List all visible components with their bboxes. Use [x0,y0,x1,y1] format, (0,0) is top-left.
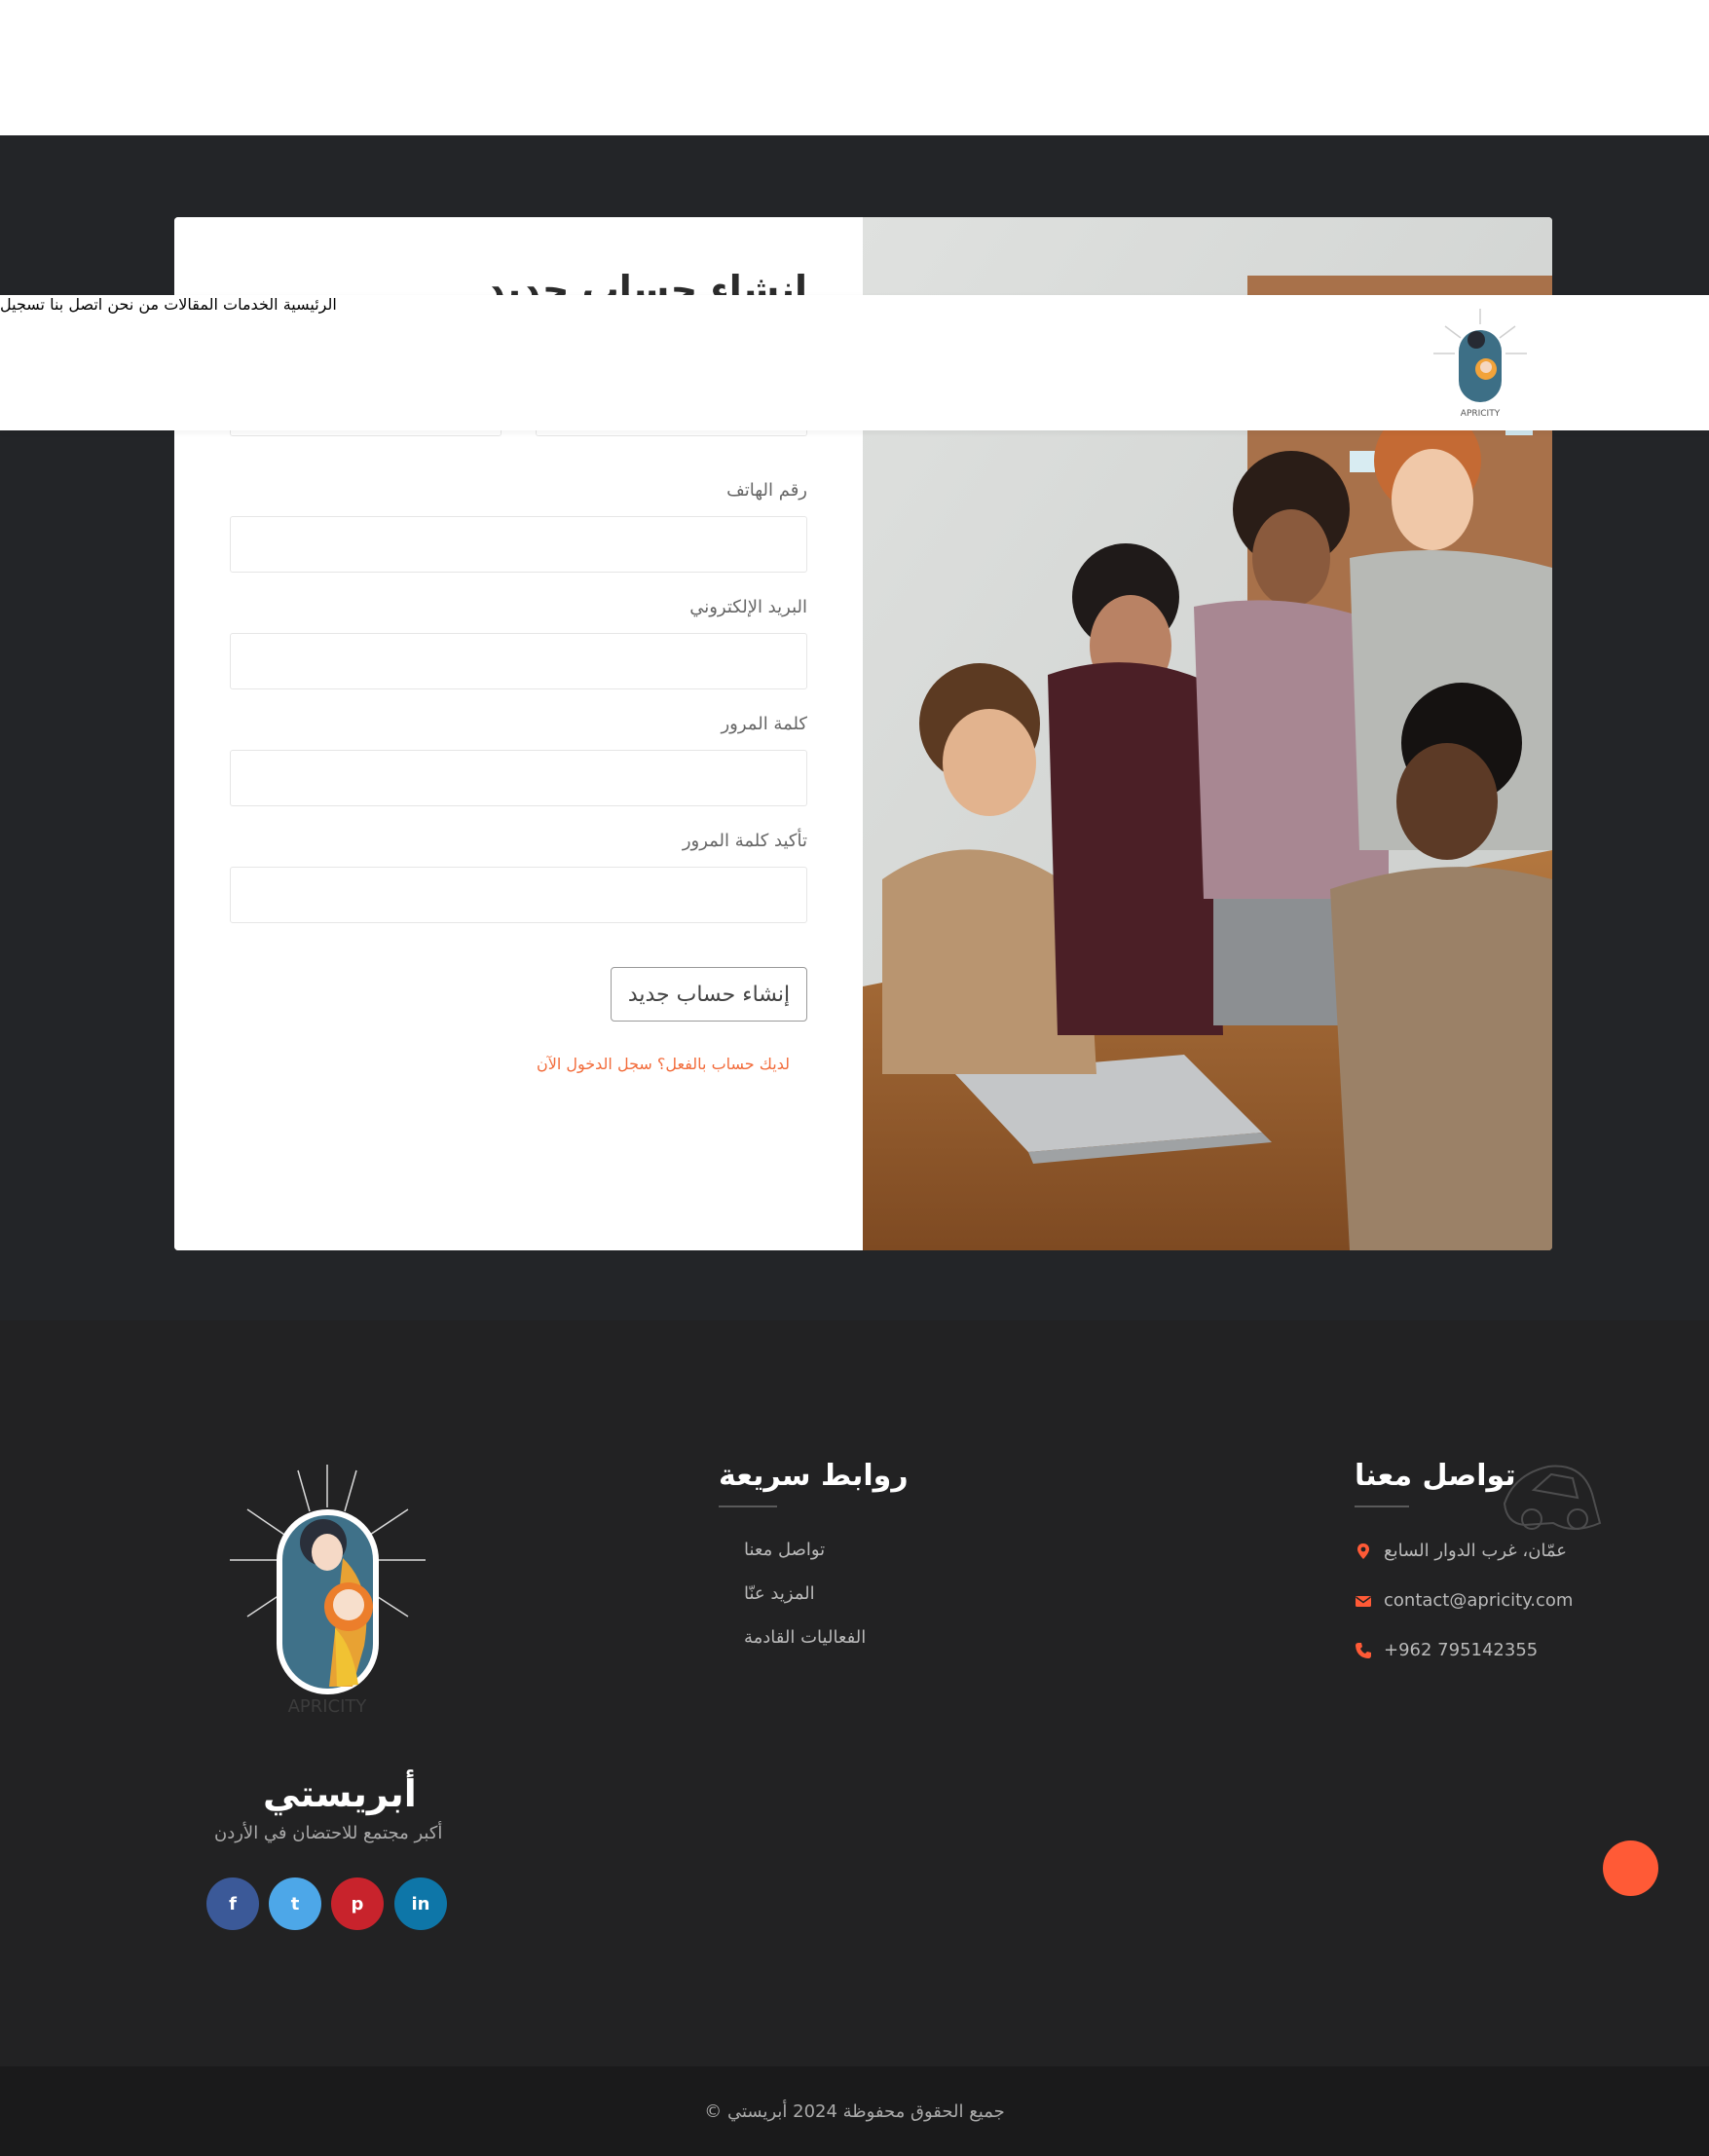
brand-name: أبريستي [263,1772,417,1815]
phone-label: رقم الهاتف [726,480,807,501]
quick-links-underline [719,1505,777,1507]
twitter-icon[interactable]: t [269,1877,321,1930]
contact-address-row: عمّان، غرب الدوار السابع [1355,1541,1567,1561]
scroll-to-top-button[interactable] [1603,1840,1658,1896]
quick-link-events[interactable]: الفعاليات القادمة [744,1627,866,1648]
contact-title: تواصل معنا [1355,1459,1516,1493]
create-account-button[interactable]: إنشاء حساب جديد [611,967,807,1022]
contact-address: عمّان، غرب الدوار السابع [1384,1541,1568,1561]
phone-input[interactable] [230,516,807,573]
password-input[interactable] [230,750,807,806]
svg-text:APRICITY: APRICITY [1461,409,1501,419]
quick-link-about[interactable]: المزيد عنّا [744,1583,815,1604]
password-label: كلمة المرور [721,714,807,734]
car-illustration-icon [1503,1465,1602,1530]
map-marker-icon [1357,1543,1369,1559]
quick-links-title: روابط سريعة [719,1459,909,1493]
pinterest-icon[interactable]: p [331,1877,384,1930]
svg-text:APRICITY: APRICITY [288,1696,368,1717]
contact-email-row: contact@apricity.com [1355,1590,1573,1611]
envelope-icon [1356,1595,1371,1607]
email-input[interactable] [230,633,807,689]
site-header: الرئيسية الخدمات المقالات من نحن اتصل بن… [0,295,1709,430]
nav-about[interactable]: من نحن [107,295,159,314]
copyright-text: جميع الحقوق محفوظة 2024 أبريستي © [704,2100,1005,2122]
confirm-password-label: تأكيد كلمة المرور [682,831,807,851]
phone-icon [1356,1642,1371,1658]
brand-tagline: أكبر مجتمع للاحتضان في الأردن [214,1823,443,1843]
copyright-bar: جميع الحقوق محفوظة 2024 أبريستي © [0,2066,1709,2156]
header-logo[interactable]: APRICITY [1430,303,1531,422]
nav-register[interactable]: تسجيل [0,295,45,314]
facebook-icon[interactable]: f [206,1877,259,1930]
login-link[interactable]: لديك حساب بالفعل؟ سجل الدخول الآن [537,1055,790,1073]
confirm-password-input[interactable] [230,867,807,923]
nav-services[interactable]: الخدمات [223,295,279,314]
linkedin-icon[interactable]: in [394,1877,447,1930]
nav-home[interactable]: الرئيسية [283,295,337,314]
footer-logo: APRICITY [230,1465,426,1717]
contact-phone[interactable]: +962 795142355 [1384,1640,1538,1660]
contact-email[interactable]: contact@apricity.com [1384,1590,1573,1611]
nav-contact[interactable]: اتصل بنا [50,295,102,314]
contact-phone-row: +962 795142355 [1355,1640,1538,1660]
contact-title-underline [1355,1505,1409,1507]
nav-articles[interactable]: المقالات [164,295,218,314]
quick-link-contact[interactable]: تواصل معنا [744,1540,825,1560]
email-label: البريد الإلكتروني [689,597,807,617]
